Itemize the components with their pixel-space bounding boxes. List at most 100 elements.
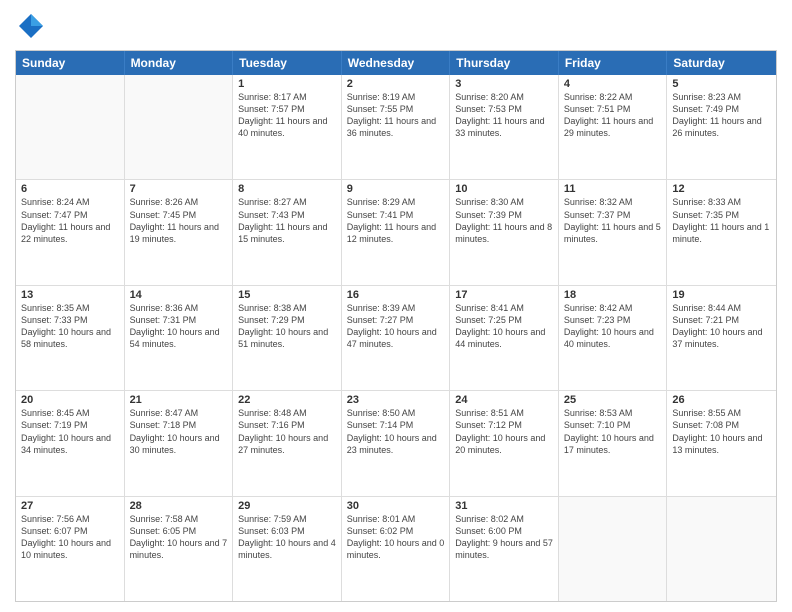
calendar-day-20: 20Sunrise: 8:45 AMSunset: 7:19 PMDayligh…: [16, 391, 125, 495]
calendar-day-21: 21Sunrise: 8:47 AMSunset: 7:18 PMDayligh…: [125, 391, 234, 495]
day-info: Sunrise: 8:30 AMSunset: 7:39 PMDaylight:…: [455, 196, 553, 245]
day-number: 13: [21, 289, 119, 301]
day-number: 8: [238, 183, 336, 195]
day-info: Sunrise: 8:45 AMSunset: 7:19 PMDaylight:…: [21, 407, 119, 456]
calendar-day-1: 1Sunrise: 8:17 AMSunset: 7:57 PMDaylight…: [233, 75, 342, 179]
day-number: 5: [672, 78, 771, 90]
calendar-day-11: 11Sunrise: 8:32 AMSunset: 7:37 PMDayligh…: [559, 180, 668, 284]
day-number: 26: [672, 394, 771, 406]
day-number: 23: [347, 394, 445, 406]
calendar-day-24: 24Sunrise: 8:51 AMSunset: 7:12 PMDayligh…: [450, 391, 559, 495]
day-info: Sunrise: 8:23 AMSunset: 7:49 PMDaylight:…: [672, 91, 771, 140]
day-info: Sunrise: 8:19 AMSunset: 7:55 PMDaylight:…: [347, 91, 445, 140]
day-info: Sunrise: 8:32 AMSunset: 7:37 PMDaylight:…: [564, 196, 662, 245]
page: SundayMondayTuesdayWednesdayThursdayFrid…: [0, 0, 792, 612]
calendar-week-5: 27Sunrise: 7:56 AMSunset: 6:07 PMDayligh…: [16, 497, 776, 601]
day-number: 27: [21, 500, 119, 512]
day-number: 7: [130, 183, 228, 195]
calendar-day-15: 15Sunrise: 8:38 AMSunset: 7:29 PMDayligh…: [233, 286, 342, 390]
calendar-day-8: 8Sunrise: 8:27 AMSunset: 7:43 PMDaylight…: [233, 180, 342, 284]
day-number: 30: [347, 500, 445, 512]
day-number: 11: [564, 183, 662, 195]
day-number: 3: [455, 78, 553, 90]
day-info: Sunrise: 8:38 AMSunset: 7:29 PMDaylight:…: [238, 302, 336, 351]
day-info: Sunrise: 8:47 AMSunset: 7:18 PMDaylight:…: [130, 407, 228, 456]
day-header-wednesday: Wednesday: [342, 51, 451, 75]
calendar-day-12: 12Sunrise: 8:33 AMSunset: 7:35 PMDayligh…: [667, 180, 776, 284]
day-number: 17: [455, 289, 553, 301]
day-number: 12: [672, 183, 771, 195]
calendar-day-29: 29Sunrise: 7:59 AMSunset: 6:03 PMDayligh…: [233, 497, 342, 601]
calendar-day-25: 25Sunrise: 8:53 AMSunset: 7:10 PMDayligh…: [559, 391, 668, 495]
day-header-friday: Friday: [559, 51, 668, 75]
calendar-day-5: 5Sunrise: 8:23 AMSunset: 7:49 PMDaylight…: [667, 75, 776, 179]
calendar-header: SundayMondayTuesdayWednesdayThursdayFrid…: [16, 51, 776, 75]
day-number: 25: [564, 394, 662, 406]
day-number: 9: [347, 183, 445, 195]
calendar: SundayMondayTuesdayWednesdayThursdayFrid…: [15, 50, 777, 602]
day-info: Sunrise: 8:55 AMSunset: 7:08 PMDaylight:…: [672, 407, 771, 456]
calendar-day-18: 18Sunrise: 8:42 AMSunset: 7:23 PMDayligh…: [559, 286, 668, 390]
calendar-week-3: 13Sunrise: 8:35 AMSunset: 7:33 PMDayligh…: [16, 286, 776, 391]
calendar-week-4: 20Sunrise: 8:45 AMSunset: 7:19 PMDayligh…: [16, 391, 776, 496]
day-info: Sunrise: 8:22 AMSunset: 7:51 PMDaylight:…: [564, 91, 662, 140]
day-number: 1: [238, 78, 336, 90]
day-info: Sunrise: 8:51 AMSunset: 7:12 PMDaylight:…: [455, 407, 553, 456]
day-info: Sunrise: 8:39 AMSunset: 7:27 PMDaylight:…: [347, 302, 445, 351]
day-info: Sunrise: 8:27 AMSunset: 7:43 PMDaylight:…: [238, 196, 336, 245]
day-info: Sunrise: 8:42 AMSunset: 7:23 PMDaylight:…: [564, 302, 662, 351]
day-info: Sunrise: 7:56 AMSunset: 6:07 PMDaylight:…: [21, 513, 119, 562]
day-number: 22: [238, 394, 336, 406]
calendar-body: 1Sunrise: 8:17 AMSunset: 7:57 PMDaylight…: [16, 75, 776, 601]
day-info: Sunrise: 8:41 AMSunset: 7:25 PMDaylight:…: [455, 302, 553, 351]
calendar-week-1: 1Sunrise: 8:17 AMSunset: 7:57 PMDaylight…: [16, 75, 776, 180]
day-number: 2: [347, 78, 445, 90]
day-info: Sunrise: 8:44 AMSunset: 7:21 PMDaylight:…: [672, 302, 771, 351]
logo-icon: [15, 10, 47, 42]
calendar-day-7: 7Sunrise: 8:26 AMSunset: 7:45 PMDaylight…: [125, 180, 234, 284]
day-info: Sunrise: 8:53 AMSunset: 7:10 PMDaylight:…: [564, 407, 662, 456]
day-number: 16: [347, 289, 445, 301]
day-number: 19: [672, 289, 771, 301]
day-info: Sunrise: 8:48 AMSunset: 7:16 PMDaylight:…: [238, 407, 336, 456]
day-info: Sunrise: 8:29 AMSunset: 7:41 PMDaylight:…: [347, 196, 445, 245]
calendar-day-2: 2Sunrise: 8:19 AMSunset: 7:55 PMDaylight…: [342, 75, 451, 179]
calendar-day-16: 16Sunrise: 8:39 AMSunset: 7:27 PMDayligh…: [342, 286, 451, 390]
calendar-day-31: 31Sunrise: 8:02 AMSunset: 6:00 PMDayligh…: [450, 497, 559, 601]
day-info: Sunrise: 8:24 AMSunset: 7:47 PMDaylight:…: [21, 196, 119, 245]
day-number: 24: [455, 394, 553, 406]
day-info: Sunrise: 7:59 AMSunset: 6:03 PMDaylight:…: [238, 513, 336, 562]
calendar-day-17: 17Sunrise: 8:41 AMSunset: 7:25 PMDayligh…: [450, 286, 559, 390]
day-info: Sunrise: 8:50 AMSunset: 7:14 PMDaylight:…: [347, 407, 445, 456]
day-header-monday: Monday: [125, 51, 234, 75]
calendar-day-9: 9Sunrise: 8:29 AMSunset: 7:41 PMDaylight…: [342, 180, 451, 284]
calendar-day-4: 4Sunrise: 8:22 AMSunset: 7:51 PMDaylight…: [559, 75, 668, 179]
day-info: Sunrise: 8:01 AMSunset: 6:02 PMDaylight:…: [347, 513, 445, 562]
calendar-day-19: 19Sunrise: 8:44 AMSunset: 7:21 PMDayligh…: [667, 286, 776, 390]
calendar-day-6: 6Sunrise: 8:24 AMSunset: 7:47 PMDaylight…: [16, 180, 125, 284]
day-number: 31: [455, 500, 553, 512]
calendar-day-10: 10Sunrise: 8:30 AMSunset: 7:39 PMDayligh…: [450, 180, 559, 284]
day-header-tuesday: Tuesday: [233, 51, 342, 75]
calendar-day-13: 13Sunrise: 8:35 AMSunset: 7:33 PMDayligh…: [16, 286, 125, 390]
day-info: Sunrise: 8:36 AMSunset: 7:31 PMDaylight:…: [130, 302, 228, 351]
day-header-thursday: Thursday: [450, 51, 559, 75]
calendar-day-30: 30Sunrise: 8:01 AMSunset: 6:02 PMDayligh…: [342, 497, 451, 601]
day-info: Sunrise: 7:58 AMSunset: 6:05 PMDaylight:…: [130, 513, 228, 562]
day-number: 14: [130, 289, 228, 301]
calendar-day-22: 22Sunrise: 8:48 AMSunset: 7:16 PMDayligh…: [233, 391, 342, 495]
day-info: Sunrise: 8:35 AMSunset: 7:33 PMDaylight:…: [21, 302, 119, 351]
calendar-day-3: 3Sunrise: 8:20 AMSunset: 7:53 PMDaylight…: [450, 75, 559, 179]
logo: [15, 10, 51, 42]
day-number: 28: [130, 500, 228, 512]
header: [15, 10, 777, 42]
day-number: 4: [564, 78, 662, 90]
day-number: 6: [21, 183, 119, 195]
day-number: 10: [455, 183, 553, 195]
calendar-day-26: 26Sunrise: 8:55 AMSunset: 7:08 PMDayligh…: [667, 391, 776, 495]
day-number: 15: [238, 289, 336, 301]
calendar-day-empty: [16, 75, 125, 179]
day-header-saturday: Saturday: [667, 51, 776, 75]
day-number: 18: [564, 289, 662, 301]
calendar-day-28: 28Sunrise: 7:58 AMSunset: 6:05 PMDayligh…: [125, 497, 234, 601]
